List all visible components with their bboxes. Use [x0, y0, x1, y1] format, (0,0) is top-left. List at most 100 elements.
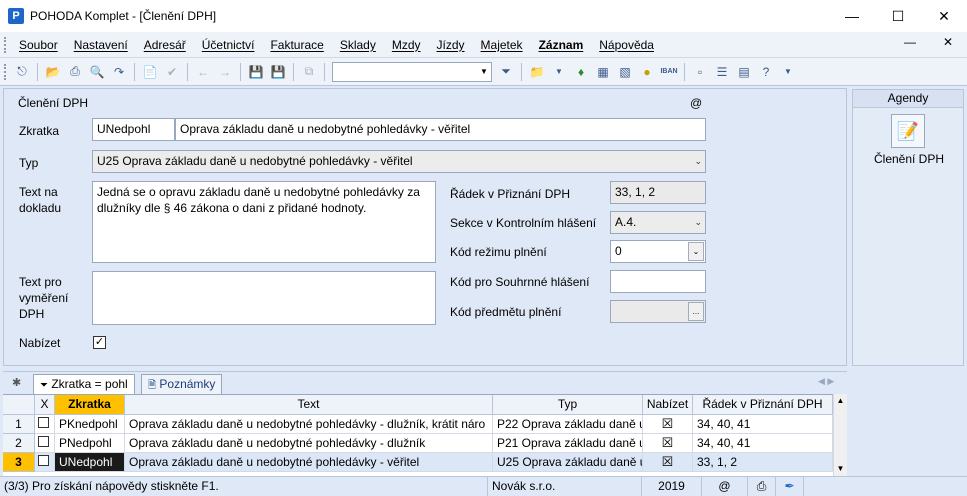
cell-text[interactable]: Oprava základu daně u nedobytné pohledáv…: [125, 453, 493, 472]
toolbar-grip[interactable]: [4, 63, 7, 80]
menu-fakturace[interactable]: Fakturace: [262, 38, 331, 52]
sekce-select[interactable]: A.4. ⌄: [610, 211, 706, 234]
cell-nabizet[interactable]: ☒: [643, 415, 693, 434]
maximize-icon[interactable]: ☐: [875, 0, 921, 32]
exit-icon[interactable]: ⎋: [12, 62, 32, 82]
col-header-nabizet[interactable]: Nabízet: [643, 395, 693, 415]
scroll-up-icon[interactable]: ▲: [834, 394, 847, 408]
mdi-close-icon[interactable]: ✕: [933, 29, 963, 55]
tab-scroll-icon[interactable]: ◀ ▶: [818, 376, 834, 387]
table-row-checkbox[interactable]: [35, 415, 55, 434]
check-icon[interactable]: ✔: [162, 62, 182, 82]
print-preview-icon[interactable]: 🔍: [87, 62, 107, 82]
scroll-down-icon[interactable]: ▼: [834, 462, 847, 476]
folder-icon[interactable]: 📁: [527, 62, 547, 82]
cell-radek[interactable]: 34, 40, 41: [693, 434, 833, 453]
menu-soubor[interactable]: Soubor: [11, 38, 66, 52]
kod-rezimu-select[interactable]: 0 ⌄: [610, 240, 706, 263]
note-icon[interactable]: ▤: [734, 62, 754, 82]
text-vymereni-textarea[interactable]: [92, 271, 436, 325]
kod-souhrnne-input[interactable]: [610, 270, 706, 293]
message-icon[interactable]: ▫: [690, 62, 710, 82]
open-folder-icon[interactable]: 📂: [43, 62, 63, 82]
cell-zkratka[interactable]: UNedpohl: [55, 453, 125, 472]
row-select-checkbox[interactable]: [38, 436, 49, 447]
col-header-zkratka[interactable]: Zkratka: [55, 395, 125, 415]
back-arrow-icon[interactable]: ←: [193, 62, 213, 82]
tab-poznamky[interactable]: 🗎 Poznámky: [141, 374, 223, 395]
cell-nabizet[interactable]: ☒: [643, 453, 693, 472]
cell-text[interactable]: Oprava základu daně u nedobytné pohledáv…: [125, 434, 493, 453]
row-number[interactable]: 1: [3, 415, 35, 434]
row-number[interactable]: 2: [3, 434, 35, 453]
text-doklad-textarea[interactable]: Jedná se o opravu základu daně u nedobyt…: [92, 181, 436, 263]
chevron-down-icon[interactable]: ▼: [778, 62, 798, 82]
print-icon[interactable]: ⎙: [65, 62, 85, 82]
menu-zaznam[interactable]: Záznam: [531, 38, 592, 52]
table-row-checkbox[interactable]: [35, 434, 55, 453]
quick-search-combo[interactable]: ▼: [332, 61, 492, 82]
chevron-down-icon[interactable]: ▼: [549, 62, 569, 82]
cell-typ[interactable]: U25 Oprava základu daně u: [493, 453, 643, 472]
cell-typ[interactable]: P21 Oprava základu daně u: [493, 434, 643, 453]
chevron-down-icon[interactable]: ▼: [477, 63, 491, 81]
cell-nabizet[interactable]: ☒: [643, 434, 693, 453]
status-printer-icon[interactable]: ⎙: [748, 477, 776, 496]
money-icon[interactable]: ♦: [571, 62, 591, 82]
cell-typ[interactable]: P22 Oprava základu daně u: [493, 415, 643, 434]
menu-nastaveni[interactable]: Nastavení: [66, 38, 136, 52]
iban-icon[interactable]: IBAN: [659, 62, 679, 82]
new-record-icon[interactable]: 📄: [140, 62, 160, 82]
menu-napoveda[interactable]: Nápověda: [591, 38, 662, 52]
calculator-icon[interactable]: ▦: [593, 62, 613, 82]
kod-predmetu-browse-button[interactable]: ...: [688, 302, 704, 321]
mdi-minimize-icon[interactable]: —: [895, 29, 925, 55]
pin-icon[interactable]: ✱: [12, 376, 21, 389]
zkratka-name-input[interactable]: Oprava základu daně u nedobytné pohledáv…: [175, 118, 706, 141]
kod-predmetu-input[interactable]: ...: [610, 300, 706, 323]
menu-ucetnictvi[interactable]: Účetnictví: [194, 38, 263, 52]
menu-majetek[interactable]: Majetek: [473, 38, 531, 52]
table-scrollbar[interactable]: ▲ ▼: [833, 394, 847, 476]
cleneni-dph-agenda-icon[interactable]: 📝: [891, 114, 925, 148]
coins-icon[interactable]: ●: [637, 62, 657, 82]
save-icon[interactable]: 💾: [246, 62, 266, 82]
list-icon[interactable]: ☰: [712, 62, 732, 82]
menu-mzdy[interactable]: Mzdy: [384, 38, 429, 52]
nabizet-checkbox[interactable]: ✓: [93, 336, 106, 349]
copy-icon[interactable]: ⧉: [299, 62, 319, 82]
cell-radek[interactable]: 33, 1, 2: [693, 453, 833, 472]
menu-jizdy[interactable]: Jízdy: [429, 38, 473, 52]
agendy-item-label[interactable]: Členění DPH: [853, 152, 965, 166]
col-header-radek[interactable]: Řádek v Přiznání DPH: [693, 395, 833, 415]
cell-zkratka[interactable]: PKnedpohl: [55, 415, 125, 434]
zkratka-code-input[interactable]: UNedpohl: [92, 118, 175, 141]
col-header-x[interactable]: X: [35, 395, 55, 415]
row-select-checkbox[interactable]: [38, 455, 49, 466]
tab-filter-zkratka[interactable]: ⏷ Zkratka = pohl: [33, 374, 135, 395]
cell-zkratka[interactable]: PNedpohl: [55, 434, 125, 453]
help-icon[interactable]: ?: [756, 62, 776, 82]
col-header-typ[interactable]: Typ: [493, 395, 643, 415]
row-select-checkbox[interactable]: [38, 417, 49, 428]
col-header-text[interactable]: Text: [125, 395, 493, 415]
filter-icon[interactable]: ⏷: [496, 62, 516, 82]
status-sign-icon[interactable]: ✒: [776, 477, 804, 496]
table-row-checkbox[interactable]: [35, 453, 55, 472]
chevron-down-icon[interactable]: ⌄: [688, 242, 704, 261]
save-copy-icon[interactable]: 💾: [268, 62, 288, 82]
calendar-icon[interactable]: ▧: [615, 62, 635, 82]
row-number[interactable]: 3: [3, 453, 35, 472]
menu-adresar[interactable]: Adresář: [136, 38, 194, 52]
cell-radek[interactable]: 34, 40, 41: [693, 415, 833, 434]
typ-select[interactable]: U25 Oprava základu daně u nedobytné pohl…: [92, 150, 706, 173]
radek-input[interactable]: 33, 1, 2: [610, 181, 706, 204]
chevron-down-icon[interactable]: ⌄: [694, 151, 702, 172]
forward-arrow-icon[interactable]: →: [215, 62, 235, 82]
close-icon[interactable]: ✕: [921, 0, 967, 32]
minimize-icon[interactable]: —: [829, 0, 875, 32]
export-icon[interactable]: ↷: [109, 62, 129, 82]
chevron-down-icon[interactable]: ⌄: [694, 212, 702, 233]
cell-text[interactable]: Oprava základu daně u nedobytné pohledáv…: [125, 415, 493, 434]
menu-sklady[interactable]: Sklady: [332, 38, 384, 52]
